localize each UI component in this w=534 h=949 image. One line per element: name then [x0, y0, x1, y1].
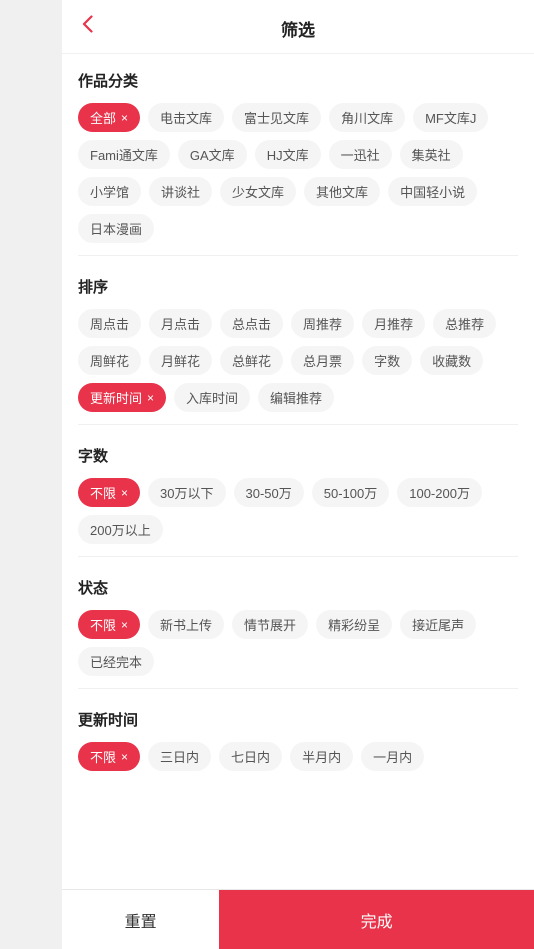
tag-item[interactable]: 字数	[362, 346, 412, 375]
tag-item[interactable]: 月点击	[149, 309, 212, 338]
tag-item[interactable]: 周鲜花	[78, 346, 141, 375]
tag-item[interactable]: 半月内	[290, 742, 353, 771]
divider-3	[78, 556, 518, 557]
header: 筛选	[62, 0, 534, 54]
tag-item[interactable]: 30-50万	[234, 478, 304, 507]
tag-item[interactable]: 精彩纷呈	[316, 610, 392, 639]
tag-item[interactable]: 新书上传	[148, 610, 224, 639]
update-time-tags: 不限× 三日内七日内半月内一月内	[78, 742, 518, 771]
tag-item[interactable]: 小学馆	[78, 177, 141, 206]
tag-item[interactable]: 中国轻小说	[388, 177, 477, 206]
tag-item[interactable]: 全部×	[78, 103, 140, 132]
sort-tags: 周点击月点击总点击周推荐月推荐总推荐周鲜花月鲜花总鲜花总月票字数收藏数更新时间×…	[78, 309, 518, 412]
wordcount-tags: 不限× 30万以下 30-50万 50-100万 100-200万 200万以上	[78, 478, 518, 544]
reset-button[interactable]: 重置	[62, 890, 219, 949]
tag-item[interactable]: 总鲜花	[220, 346, 283, 375]
tag-item[interactable]: 一迅社	[329, 140, 392, 169]
tag-item[interactable]: 日本漫画	[78, 214, 154, 243]
tag-item[interactable]: 讲谈社	[149, 177, 212, 206]
footer: 重置 完成	[62, 889, 534, 949]
page-title: 筛选	[281, 16, 315, 41]
close-icon[interactable]: ×	[121, 486, 128, 500]
tag-item[interactable]: 200万以上	[78, 515, 163, 544]
category-tags: 全部× 电击文库富士见文库角川文库 MF文库J Fami通文库 GA文库 HJ文库一迅社集…	[78, 103, 518, 243]
divider-1	[78, 255, 518, 256]
confirm-button[interactable]: 完成	[219, 890, 534, 949]
section-status: 状态 不限× 新书上传情节展开精彩纷呈接近尾声已经完本	[78, 561, 518, 684]
section-category-title: 作品分类	[78, 70, 518, 91]
tag-item[interactable]: 更新时间×	[78, 383, 166, 412]
tag-item[interactable]: 三日内	[148, 742, 211, 771]
tag-item[interactable]: 接近尾声	[400, 610, 476, 639]
tag-item[interactable]: 30万以下	[148, 478, 225, 507]
background-left	[0, 0, 62, 949]
close-icon[interactable]: ×	[121, 111, 128, 125]
status-tags: 不限× 新书上传情节展开精彩纷呈接近尾声已经完本	[78, 610, 518, 676]
tag-item[interactable]: 七日内	[219, 742, 282, 771]
tag-item[interactable]: 总点击	[220, 309, 283, 338]
tag-item[interactable]: 电击文库	[148, 103, 224, 132]
tag-item[interactable]: 入库时间	[174, 383, 250, 412]
tag-item[interactable]: 编辑推荐	[258, 383, 334, 412]
tag-item[interactable]: Fami通文库	[78, 140, 170, 169]
section-wordcount: 字数 不限× 30万以下 30-50万 50-100万 100-200万 200万以上	[78, 429, 518, 552]
section-category: 作品分类 全部× 电击文库富士见文库角川文库 MF文库J Fami通文库 GA文库 HJ文…	[78, 54, 518, 251]
bottom-spacer	[78, 779, 518, 795]
tag-item[interactable]: MF文库J	[413, 103, 488, 132]
tag-item[interactable]: 不限×	[78, 610, 140, 639]
close-icon[interactable]: ×	[121, 750, 128, 764]
back-button[interactable]	[78, 11, 97, 43]
divider-2	[78, 424, 518, 425]
tag-item[interactable]: 收藏数	[420, 346, 483, 375]
tag-item[interactable]: 富士见文库	[232, 103, 321, 132]
section-wordcount-title: 字数	[78, 445, 518, 466]
tag-item[interactable]: HJ文库	[255, 140, 321, 169]
tag-item[interactable]: 情节展开	[232, 610, 308, 639]
section-sort: 排序 周点击月点击总点击周推荐月推荐总推荐周鲜花月鲜花总鲜花总月票字数收藏数更新…	[78, 260, 518, 420]
tag-item[interactable]: 一月内	[361, 742, 424, 771]
tag-item[interactable]: 其他文库	[304, 177, 380, 206]
tag-item[interactable]: 月鲜花	[149, 346, 212, 375]
close-icon[interactable]: ×	[121, 618, 128, 632]
tag-item[interactable]: 50-100万	[312, 478, 389, 507]
tag-item[interactable]: 周点击	[78, 309, 141, 338]
section-sort-title: 排序	[78, 276, 518, 297]
tag-item[interactable]: 集英社	[400, 140, 463, 169]
tag-item[interactable]: 总推荐	[433, 309, 496, 338]
tag-item[interactable]: 少女文库	[220, 177, 296, 206]
tag-item[interactable]: 已经完本	[78, 647, 154, 676]
tag-item[interactable]: 角川文库	[329, 103, 405, 132]
filter-panel: 筛选 作品分类 全部× 电击文库富士见文库角川文库 MF文库J Fami通文库 GA文库…	[62, 0, 534, 949]
section-status-title: 状态	[78, 577, 518, 598]
divider-4	[78, 688, 518, 689]
scroll-content: 作品分类 全部× 电击文库富士见文库角川文库 MF文库J Fami通文库 GA文库 HJ文…	[62, 54, 534, 889]
tag-item[interactable]: 周推荐	[291, 309, 354, 338]
tag-item[interactable]: 总月票	[291, 346, 354, 375]
close-icon[interactable]: ×	[147, 391, 154, 405]
tag-item[interactable]: 月推荐	[362, 309, 425, 338]
tag-item[interactable]: 100-200万	[397, 478, 482, 507]
tag-item[interactable]: 不限×	[78, 478, 140, 507]
tag-item[interactable]: GA文库	[178, 140, 247, 169]
section-update-time: 更新时间 不限× 三日内七日内半月内一月内	[78, 693, 518, 779]
tag-item[interactable]: 不限×	[78, 742, 140, 771]
section-update-time-title: 更新时间	[78, 709, 518, 730]
